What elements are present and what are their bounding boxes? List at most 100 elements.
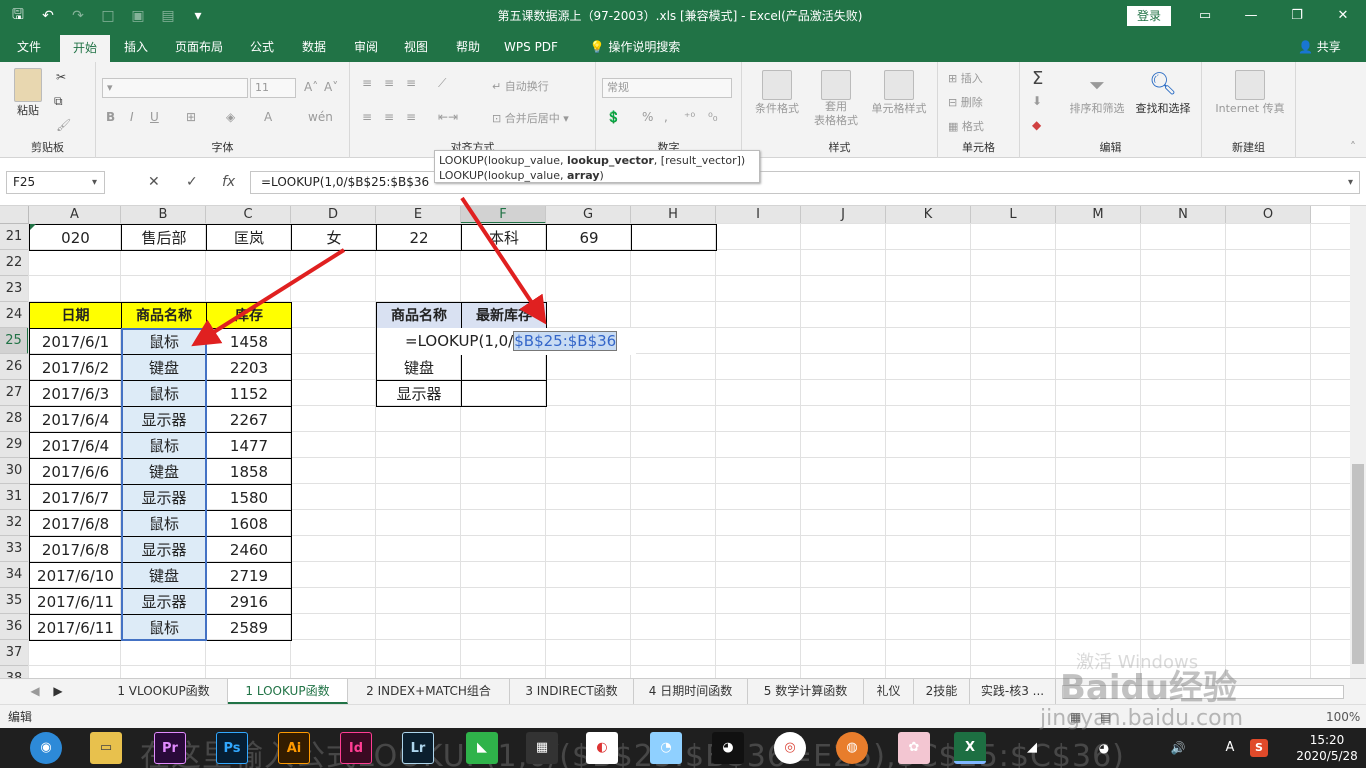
row-header-26[interactable]: 26 (0, 354, 29, 380)
illustrator-icon[interactable]: Ai (278, 732, 310, 764)
currency-icon[interactable]: 💲 (606, 110, 621, 124)
format-as-table-button[interactable]: 套用 表格格式 (806, 70, 866, 128)
column-header-f[interactable]: F (461, 206, 546, 224)
increase-decimal-icon[interactable]: ⁺⁰ (684, 110, 695, 124)
row-header-23[interactable]: 23 (0, 276, 29, 302)
cut-icon[interactable]: ✂ (56, 70, 66, 84)
indesign-icon[interactable]: Id (340, 732, 372, 764)
save-icon[interactable]: 🖫 (8, 4, 28, 28)
table-cell[interactable]: 2017/6/4 (29, 406, 122, 433)
copy-icon[interactable]: ⧉ (54, 94, 63, 109)
taskbar-clock[interactable]: 15:20 2020/5/28 (1292, 732, 1362, 764)
tray-qq-icon[interactable]: ◕ (1096, 732, 1112, 764)
undo-icon[interactable]: ↶ (38, 8, 58, 24)
table-cell[interactable]: 2589 (206, 614, 292, 641)
maximize-icon[interactable]: ❐ (1274, 0, 1320, 32)
cell-styles-button[interactable]: 单元格样式 (866, 70, 932, 116)
wrap-text-button[interactable]: ↵ 自动换行 (492, 78, 549, 94)
row-header-25[interactable]: 25 (0, 328, 29, 354)
table1-header[interactable]: 库存 (206, 302, 292, 329)
new-icon[interactable]: □ (98, 8, 118, 24)
table2-item[interactable]: 显示器 (376, 380, 462, 407)
table-cell[interactable]: 2916 (206, 588, 292, 615)
autosum-icon[interactable]: Σ (1032, 68, 1043, 89)
italic-button[interactable]: I (130, 110, 134, 124)
qq-icon[interactable]: ◕ (712, 732, 744, 764)
font-color-icon[interactable]: A (264, 110, 272, 124)
next-sheet-icon[interactable]: ▶ (48, 679, 68, 704)
ribbon-display-icon[interactable]: ▭ (1182, 0, 1228, 32)
bold-button[interactable]: B (106, 110, 115, 124)
row-header-38[interactable]: 38 (0, 666, 29, 678)
tab-review[interactable]: 审阅 (344, 32, 388, 62)
decrease-decimal-icon[interactable]: ⁰₀ (708, 110, 718, 124)
tab-help[interactable]: 帮助 (446, 32, 490, 62)
customize-qat-icon[interactable]: ▾ (188, 8, 208, 24)
underline-button[interactable]: U (150, 110, 159, 124)
format-painter-icon[interactable]: 🖌 (56, 118, 71, 132)
cell-row21[interactable]: 匡岚 (206, 224, 292, 251)
align-top-icon[interactable]: ≡ (362, 76, 372, 90)
cell-row21[interactable]: 020 (29, 224, 122, 251)
align-left-icon[interactable]: ≡ (362, 110, 372, 124)
sheet-tab-6[interactable]: 5 数学计算函数 (748, 679, 864, 704)
sheet-tab-2[interactable]: 1 LOOKUP函数 (228, 679, 348, 704)
video-editor-icon[interactable]: ▦ (526, 732, 558, 764)
editing-cell-e25[interactable]: =LOOKUP(1,0/$B$25:$B$36 (376, 328, 636, 355)
column-header-g[interactable]: G (546, 206, 631, 224)
row-header-37[interactable]: 37 (0, 640, 29, 666)
column-header-k[interactable]: K (886, 206, 971, 224)
cell-row21[interactable]: 本科 (461, 224, 547, 251)
table-cell[interactable]: 2203 (206, 354, 292, 381)
sheet-tab-4[interactable]: 3 INDIRECT函数 (510, 679, 634, 704)
row-header-35[interactable]: 35 (0, 588, 29, 614)
clear-icon[interactable]: ◆ (1032, 118, 1041, 132)
column-header-a[interactable]: A (29, 206, 121, 224)
table-cell[interactable]: 1477 (206, 432, 292, 459)
table2-result[interactable] (461, 380, 547, 407)
row-header-32[interactable]: 32 (0, 510, 29, 536)
vertical-scrollbar[interactable] (1350, 206, 1366, 678)
wps-icon[interactable]: ◐ (586, 732, 618, 764)
game-app-icon[interactable]: ✿ (898, 732, 930, 764)
insert-function-button[interactable]: fx (222, 171, 235, 194)
sheet-tab-7[interactable]: 礼仪 (864, 679, 914, 704)
table-cell[interactable]: 2017/6/11 (29, 588, 122, 615)
row-header-21[interactable]: 21 (0, 224, 29, 250)
fill-icon[interactable]: ⬇ (1032, 94, 1042, 108)
table1-header[interactable]: 日期 (29, 302, 122, 329)
table-cell[interactable]: 1152 (206, 380, 292, 407)
conditional-format-button[interactable]: 条件格式 (748, 70, 806, 116)
borders-icon[interactable]: ⊞ (186, 110, 196, 124)
table-cell[interactable]: 1580 (206, 484, 292, 511)
row-header-33[interactable]: 33 (0, 536, 29, 562)
align-middle-icon[interactable]: ≡ (384, 76, 394, 90)
close-icon[interactable]: ✕ (1320, 0, 1366, 32)
table-cell[interactable]: 2017/6/2 (29, 354, 122, 381)
table-cell[interactable]: 2017/6/8 (29, 510, 122, 537)
column-header-l[interactable]: L (971, 206, 1056, 224)
photoshop-icon[interactable]: Ps (216, 732, 248, 764)
sort-filter-button[interactable]: ⏷ 排序和筛选 (1064, 70, 1130, 116)
print-preview-icon[interactable]: ▤ (158, 8, 178, 24)
sheet-tab-3[interactable]: 2 INDEX+MATCH组合 (348, 679, 510, 704)
login-button[interactable]: 登录 (1127, 6, 1171, 26)
select-all-corner[interactable] (0, 206, 29, 224)
column-header-j[interactable]: J (801, 206, 886, 224)
expand-formula-icon[interactable]: ▾ (1348, 171, 1353, 194)
cell-row21[interactable]: 女 (291, 224, 377, 251)
row-header-36[interactable]: 36 (0, 614, 29, 640)
sheet-tab-5[interactable]: 4 日期时间函数 (634, 679, 748, 704)
sogou-ime-icon[interactable]: S (1250, 739, 1268, 757)
align-center-icon[interactable]: ≡ (384, 110, 394, 124)
tab-data[interactable]: 数据 (292, 32, 336, 62)
excel-taskbar-icon[interactable]: X (954, 732, 986, 764)
insert-cells-button[interactable]: ⊞ 插入 (948, 70, 983, 86)
merge-center-button[interactable]: ⊡ 合并后居中 ▾ (492, 110, 569, 126)
cell-row21[interactable]: 售后部 (121, 224, 207, 251)
percent-icon[interactable]: % (642, 110, 653, 124)
open-icon[interactable]: ▣ (128, 8, 148, 24)
tab-view[interactable]: 视图 (394, 32, 438, 62)
orientation-icon[interactable]: ⟋ (438, 76, 446, 91)
collapse-ribbon-icon[interactable]: ˄ (1350, 140, 1356, 154)
